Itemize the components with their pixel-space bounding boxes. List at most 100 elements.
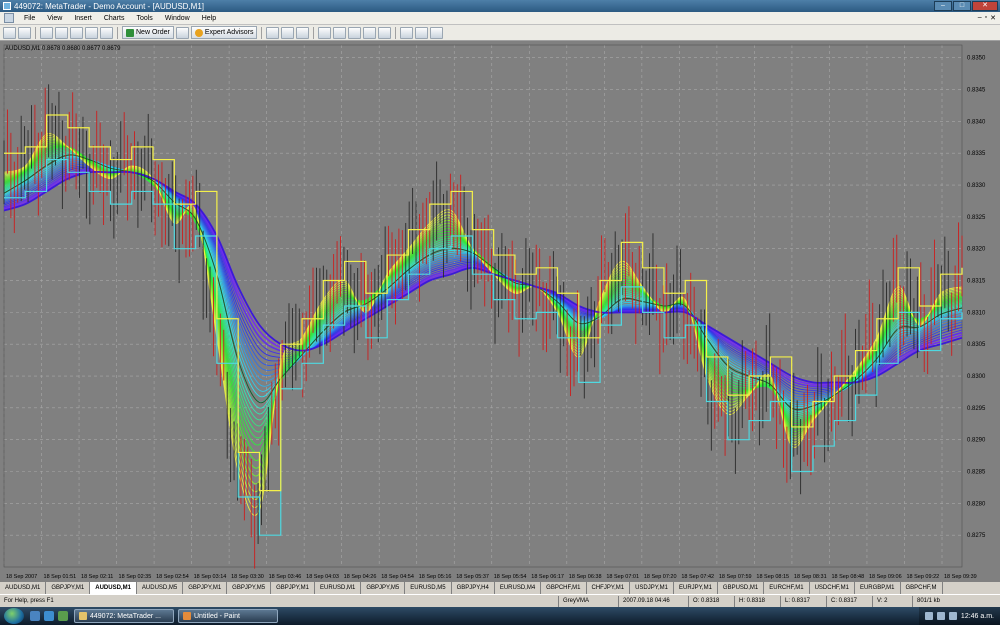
menu-bar: File View Insert Charts Tools Window Hel… [0, 12, 1000, 25]
navigator-icon[interactable] [55, 26, 68, 39]
periods-icon[interactable] [415, 26, 429, 39]
price-tick-label: 0.8350 [967, 56, 986, 62]
chart-tab[interactable]: CHFJPY,M1 [587, 582, 631, 594]
expert-advisors-icon [194, 28, 203, 37]
time-tick-label: 18 Sep 03:46 [269, 574, 302, 580]
zoom-in-icon[interactable] [318, 26, 332, 39]
auto-scroll-icon[interactable] [363, 26, 377, 39]
price-tick-label: 0.8290 [967, 438, 986, 444]
chart-tab[interactable]: GBPCHF,M [901, 582, 943, 594]
chart-shift-icon[interactable] [378, 26, 392, 39]
status-profile: GreyVMA [558, 595, 618, 607]
start-button[interactable] [4, 608, 24, 624]
menu-file[interactable]: File [18, 15, 41, 22]
market-watch-icon[interactable] [40, 26, 53, 39]
time-tick-label: 18 Sep 04:26 [344, 574, 377, 580]
mdi-close-icon[interactable]: ✕ [990, 14, 996, 22]
chart-tab[interactable]: AUDUSD,M5 [137, 582, 184, 594]
time-tick-label: 18 Sep 06:17 [531, 574, 564, 580]
chart-document-icon [4, 13, 14, 23]
strategy-tester-icon[interactable] [100, 26, 113, 39]
time-tick-label: 18 Sep 02:11 [81, 574, 113, 580]
switch-windows-icon[interactable] [58, 611, 68, 621]
moving-average-line [3, 171, 963, 384]
menu-window[interactable]: Window [159, 15, 196, 22]
chart-tab[interactable]: USDJPY,M1 [630, 582, 674, 594]
menu-view[interactable]: View [41, 15, 68, 22]
chart-tab[interactable]: GBPJPY,M5 [361, 582, 406, 594]
menu-tools[interactable]: Tools [130, 15, 158, 22]
moving-average-line [3, 169, 963, 386]
candlestick-icon[interactable] [281, 26, 295, 39]
network-icon[interactable] [936, 612, 945, 620]
new-chart-icon[interactable] [3, 26, 16, 39]
symbol-header: AUDUSD,M1 0.8678 0.8680 0.8677 0.8679 [5, 46, 121, 52]
time-tick-label: 18 Sep 07:59 [719, 574, 752, 580]
moving-average-line [3, 146, 963, 439]
price-tick-label: 0.8275 [967, 533, 986, 539]
moving-average-line [3, 170, 963, 384]
taskbar-item-metatrader[interactable]: 449072: MetaTrader ... [74, 609, 174, 623]
chart-tab[interactable]: EURUSD,M5 [405, 582, 452, 594]
mdi-minimize-icon[interactable]: – [978, 14, 982, 22]
indicators-icon[interactable] [400, 26, 414, 39]
chart-tab[interactable]: GBPCHF,M1 [541, 582, 587, 594]
chart-tab[interactable]: USDCHF,M1 [810, 582, 855, 594]
plot-frame [3, 44, 963, 568]
status-help: For Help, press F1 [4, 597, 54, 604]
chart-tab[interactable]: GBPJPY,M1 [46, 582, 91, 594]
moving-average-line [3, 154, 963, 411]
price-tick-label: 0.8310 [967, 310, 986, 316]
zoom-out-icon[interactable] [333, 26, 347, 39]
menu-help[interactable]: Help [196, 15, 222, 22]
tile-windows-icon[interactable] [348, 26, 362, 39]
chart-tabs: AUDUSD,M1 GBPJPY,M1 AUDUSD,M1 AUDUSD,M5 GBPJ… [0, 581, 1000, 594]
expert-advisors-button[interactable]: Expert Advisors [190, 26, 258, 39]
taskbar-item-paint[interactable]: Untitled - Paint [178, 609, 278, 623]
chart-tab[interactable]: EURUSD,M1 [315, 582, 362, 594]
menu-insert[interactable]: Insert [68, 15, 98, 22]
clock[interactable]: 12:46 a.m. [961, 613, 994, 620]
metatrader-task-icon [79, 612, 87, 620]
price-tick-label: 0.8330 [967, 183, 986, 189]
time-tick-label: 18 Sep 05:54 [494, 574, 527, 580]
chart-tab[interactable]: EURCHF,M1 [764, 582, 810, 594]
metaeditor-icon[interactable] [175, 26, 189, 39]
templates-icon[interactable] [430, 26, 444, 39]
chart-tab[interactable]: GBPJPY,M1 [183, 582, 228, 594]
mdi-controls: – ▫ ✕ [978, 14, 996, 22]
internet-explorer-icon[interactable] [44, 611, 54, 621]
maximize-button[interactable]: □ [953, 1, 971, 11]
envelope-line [4, 158, 963, 536]
terminal-icon[interactable] [70, 26, 83, 39]
chart-tab[interactable]: GBPJPY,M5 [227, 582, 272, 594]
show-desktop-icon[interactable] [30, 611, 40, 621]
chart-tab[interactable]: EURGBP,M1 [855, 582, 901, 594]
chart-tab[interactable]: GBPJPY,M1 [271, 582, 315, 594]
minimize-button[interactable]: – [934, 1, 952, 11]
close-button[interactable]: ✕ [972, 1, 998, 11]
chart-tab[interactable]: GBPUSD,M1 [718, 582, 765, 594]
language-icon[interactable] [924, 612, 933, 620]
price-tick-label: 0.8325 [967, 215, 986, 221]
window-title: 449072: MetaTrader - Demo Account - [AUD… [14, 1, 204, 11]
new-order-button[interactable]: New Order [122, 26, 174, 39]
profiles-icon[interactable] [18, 26, 31, 39]
bar-chart-icon[interactable] [266, 26, 280, 39]
chart-tab[interactable]: EURUSD,M4 [495, 582, 542, 594]
chart-tab[interactable]: AUDUSD,M1 [90, 582, 137, 594]
moving-average-line [3, 140, 963, 485]
moving-average-line [3, 157, 963, 405]
line-chart-icon[interactable] [296, 26, 310, 39]
mdi-restore-icon[interactable]: ▫ [985, 14, 987, 22]
data-window-icon[interactable] [85, 26, 98, 39]
menu-charts[interactable]: Charts [98, 15, 131, 22]
volume-icon[interactable] [948, 612, 957, 620]
price-tick-label: 0.8320 [967, 247, 986, 253]
price-tick-label: 0.8300 [967, 374, 986, 380]
chart-tab[interactable]: GBPJPY,H4 [452, 582, 495, 594]
chart-tab[interactable]: EURJPY,M1 [674, 582, 718, 594]
price-chart[interactable]: 0.8350 0.8345 0.8340 0.8335 0.8330 0.8325 0.83… [0, 41, 1000, 581]
price-chart-svg[interactable]: 0.8350 0.8345 0.8340 0.8335 0.8330 0.8325 0.83… [0, 41, 1000, 581]
chart-tab[interactable]: AUDUSD,M1 [0, 582, 47, 594]
